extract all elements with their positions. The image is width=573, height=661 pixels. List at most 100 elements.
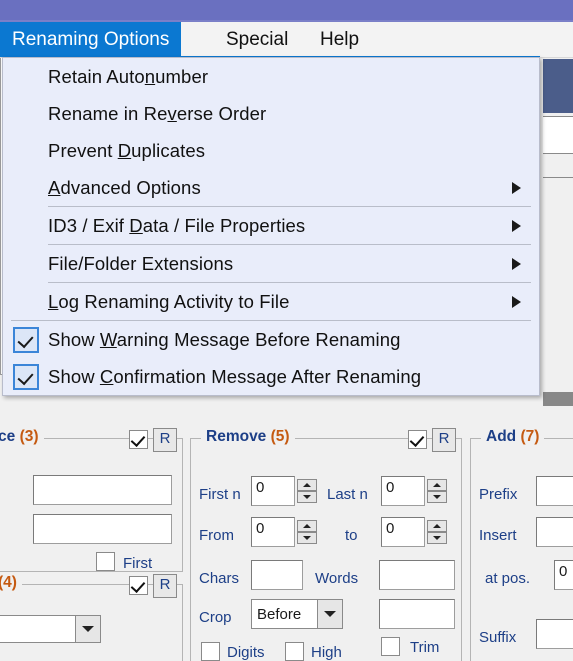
menu-item-gutter <box>3 358 48 395</box>
submenu-arrow-icon <box>512 181 521 194</box>
menu-item-log-renaming-activity-to-file[interactable]: Log Renaming Activity to File <box>3 283 539 320</box>
suffix-label: Suffix <box>479 629 517 646</box>
spinner-down-icon[interactable] <box>427 532 447 544</box>
menu-item-label: Retain Autonumber <box>48 65 209 87</box>
background-panel-row-2 <box>543 156 573 178</box>
menu-item-label: ID3 / Exif Data / File Properties <box>48 214 306 236</box>
menu-item-retain-autonumber[interactable]: Retain Autonumber <box>3 58 539 95</box>
remove-enable-checkbox[interactable] <box>408 430 427 449</box>
at-pos-input[interactable]: 0 <box>554 560 573 590</box>
add-group-title: Add (7) <box>481 428 545 446</box>
spinner-up-icon[interactable] <box>427 520 447 532</box>
menu-item-label: Log Renaming Activity to File <box>48 290 290 312</box>
from-spinner[interactable] <box>297 520 317 544</box>
submenu-arrow-icon <box>512 257 521 270</box>
last-n-label: Last n <box>327 486 368 503</box>
replace-group: ce (3) R ce ith atch Case First <box>0 428 183 572</box>
crop-extra-input[interactable] <box>379 599 455 629</box>
background-scrollbar-thumb[interactable] <box>543 392 573 406</box>
menu-item-gutter <box>3 321 48 358</box>
menu-item-advanced-options[interactable]: Advanced Options <box>3 169 539 206</box>
menu-item-gutter <box>3 95 48 132</box>
last-n-spinner[interactable] <box>427 479 447 503</box>
spinner-up-icon[interactable] <box>297 479 317 491</box>
menu-item-label: Advanced Options <box>48 176 201 198</box>
spinner-down-icon[interactable] <box>297 532 317 544</box>
replace-enable-checkbox[interactable] <box>129 430 148 449</box>
background-file-list-selected-row[interactable] <box>543 59 573 113</box>
checkmark-icon[interactable] <box>12 363 39 390</box>
chevron-down-icon[interactable] <box>75 616 100 642</box>
remove-group: Remove (5) R First n 0 Last n 0 From 0 t… <box>190 428 462 661</box>
replace-group-title: ce (3) <box>0 428 44 446</box>
remove-reset-button[interactable]: R <box>432 428 456 452</box>
menu-item-show-confirmation-message-after-renaming[interactable]: Show Confirmation Message After Renaming <box>3 358 539 395</box>
trim-label: Trim <box>410 639 440 656</box>
crop-label: Crop <box>199 609 232 626</box>
to-spinner[interactable] <box>427 520 447 544</box>
background-panel-row-1 <box>543 116 573 154</box>
menu-item-id3-exif-data-file-properties[interactable]: ID3 / Exif Data / File Properties <box>3 207 539 244</box>
group-4-title: (4) <box>0 574 22 592</box>
replace-input[interactable] <box>33 475 172 505</box>
insert-label: Insert <box>479 527 517 544</box>
trim-checkbox[interactable] <box>381 637 400 656</box>
menu-item-gutter <box>3 132 48 169</box>
renaming-options-dropdown: Retain Autonumber Rename in Reverse Orde… <box>2 57 540 396</box>
digits-checkbox[interactable] <box>201 642 220 661</box>
high-checkbox[interactable] <box>285 642 304 661</box>
menu-item-gutter <box>3 245 48 282</box>
crop-combo-value: Before <box>257 605 302 623</box>
window-title-bar <box>0 0 573 22</box>
chevron-down-icon[interactable] <box>317 600 342 628</box>
menu-item-gutter <box>3 169 48 206</box>
add-group: Add (7) Prefix Insert at pos. 0 Suffix <box>470 428 573 661</box>
spinner-up-icon[interactable] <box>427 479 447 491</box>
first-n-spinner[interactable] <box>297 479 317 503</box>
menu-item-rename-in-reverse-order[interactable]: Rename in Reverse Order <box>3 95 539 132</box>
from-input[interactable]: 0 <box>251 517 295 547</box>
menu-item-prevent-duplicates[interactable]: Prevent Duplicates <box>3 132 539 169</box>
spinner-down-icon[interactable] <box>297 491 317 503</box>
submenu-arrow-icon <box>512 295 521 308</box>
first-label: First <box>123 555 153 572</box>
high-label: High <box>311 644 342 661</box>
prefix-label: Prefix <box>479 486 518 503</box>
first-checkbox[interactable] <box>96 552 115 571</box>
menu-item-label: Prevent Duplicates <box>48 139 206 161</box>
to-label: to <box>345 527 358 544</box>
menu-item-show-warning-message-before-renaming[interactable]: Show Warning Message Before Renaming <box>3 321 539 358</box>
first-n-input[interactable]: 0 <box>251 476 295 506</box>
options-form-area: ce (3) R ce ith atch Case First (4) R <box>0 424 573 661</box>
chars-label: Chars <box>199 570 240 587</box>
spinner-up-icon[interactable] <box>297 520 317 532</box>
first-n-label: First n <box>199 486 241 503</box>
menu-bar: Renaming Options Special Help <box>0 22 573 58</box>
words-input[interactable] <box>379 560 455 590</box>
menu-item-gutter <box>3 207 48 244</box>
prefix-input[interactable] <box>536 476 573 506</box>
crop-combo[interactable]: Before <box>251 599 343 629</box>
menu-help[interactable]: Help <box>308 22 371 57</box>
menu-special[interactable]: Special <box>214 22 300 57</box>
group-4-reset-button[interactable]: R <box>153 574 177 598</box>
checkmark-icon[interactable] <box>12 326 39 353</box>
chars-input[interactable] <box>251 560 303 590</box>
to-input[interactable]: 0 <box>381 517 425 547</box>
menu-renaming-options[interactable]: Renaming Options <box>0 22 182 57</box>
last-n-input[interactable]: 0 <box>381 476 425 506</box>
group-4: (4) R <box>0 574 183 661</box>
digits-label: Digits <box>227 644 265 661</box>
submenu-arrow-icon <box>512 219 521 232</box>
suffix-input[interactable] <box>536 619 573 649</box>
insert-input[interactable] <box>536 517 573 547</box>
group-4-combo[interactable] <box>0 615 101 643</box>
group-4-enable-checkbox[interactable] <box>129 576 148 595</box>
replace-reset-button[interactable]: R <box>153 428 177 452</box>
spinner-down-icon[interactable] <box>427 491 447 503</box>
menu-item-label: Rename in Reverse Order <box>48 102 267 124</box>
menu-item-file-folder-extensions[interactable]: File/Folder Extensions <box>3 245 539 282</box>
words-label: Words <box>315 570 359 587</box>
from-label: From <box>199 527 234 544</box>
with-input[interactable] <box>33 514 172 544</box>
